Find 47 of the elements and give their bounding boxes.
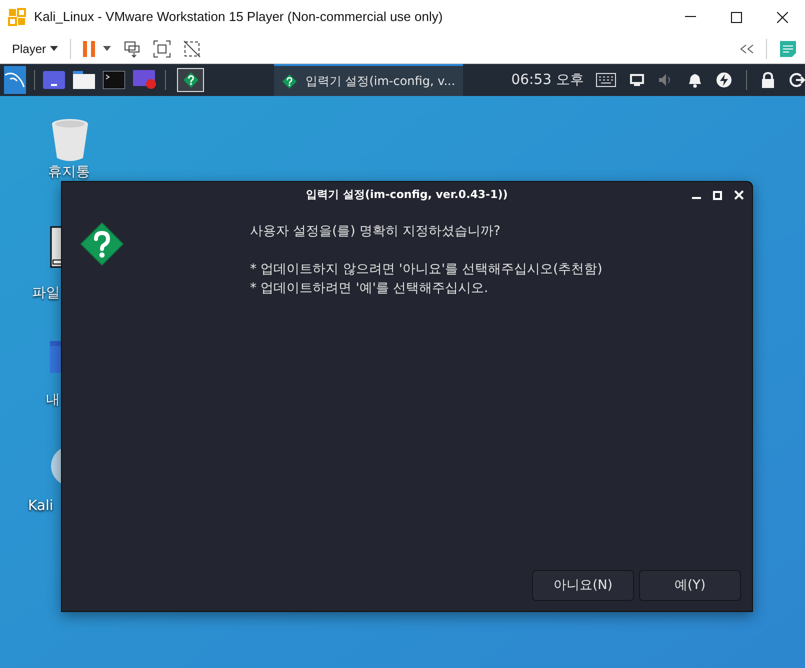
- dialog-button[interactable]: 예(Y): [639, 570, 741, 601]
- player-menu[interactable]: Player: [12, 40, 58, 58]
- terminal-icon[interactable]: [102, 70, 125, 90]
- collapse-icon[interactable]: [740, 44, 754, 54]
- window-title: Kali_Linux - VMware Workstation 15 Player (Non-commercial use only): [34, 8, 443, 26]
- bell-icon: [688, 72, 702, 88]
- close-icon: [776, 12, 788, 22]
- fullscreen-icon[interactable]: [153, 40, 172, 58]
- notes-icon[interactable]: [779, 40, 797, 58]
- send-keys-icon[interactable]: [123, 40, 142, 58]
- instruction-text: * 업데이트하지 않으려면 '아니요'를 선택해주십시오(추천함): [250, 260, 602, 278]
- maximize-icon: [713, 190, 722, 200]
- instruction-text: * 업데이트하려면 '예'를 선택해주십시오.: [250, 280, 490, 298]
- desktop-icon-label: 파일: [32, 284, 60, 303]
- power-manager-icon: [716, 72, 732, 88]
- trash-bin-icon: [50, 118, 90, 162]
- pause-button[interactable]: [83, 40, 112, 56]
- dialog-title: 입력기 설정(im-config, ver.0.43-1)): [306, 186, 508, 203]
- dialog-button[interactable]: 아니요(N): [532, 570, 634, 601]
- desktop-launcher-icon[interactable]: [42, 70, 65, 90]
- display-icon: [630, 74, 644, 86]
- question-icon: [182, 72, 199, 88]
- minimize-icon: [692, 197, 701, 199]
- question-icon: [282, 74, 298, 88]
- minimize-icon: [684, 16, 696, 18]
- desktop-icon-label: 휴지통: [48, 163, 90, 182]
- workspace-switcher[interactable]: [177, 68, 204, 92]
- dragon-logo-icon[interactable]: [4, 66, 26, 94]
- caret-icon: [103, 46, 112, 51]
- lock-icon: [760, 72, 775, 88]
- keyboard-icon: [596, 73, 616, 87]
- logout-icon: [788, 72, 805, 88]
- maximize-button[interactable]: [713, 190, 722, 200]
- close-icon: [734, 190, 744, 200]
- folder-launcher-icon[interactable]: [72, 70, 95, 90]
- taskbar-task[interactable]: 입력기 설정(im-config, v...: [274, 64, 464, 96]
- close-button[interactable]: [734, 190, 744, 200]
- desktop-icon-label: Kali: [28, 497, 54, 516]
- screen-recorder-icon[interactable]: [132, 70, 157, 90]
- maximize-icon: [730, 12, 742, 22]
- desktop-icon-label: 내: [46, 391, 60, 410]
- app-logo-icon: [8, 8, 26, 26]
- question-text: 사용자 설정을(를) 명확히 지정하셨습니까?: [250, 223, 502, 241]
- clock: 06:53 오후: [511, 70, 584, 90]
- unity-icon[interactable]: [183, 40, 202, 58]
- caret-icon: [50, 46, 58, 51]
- question-icon: [80, 222, 124, 266]
